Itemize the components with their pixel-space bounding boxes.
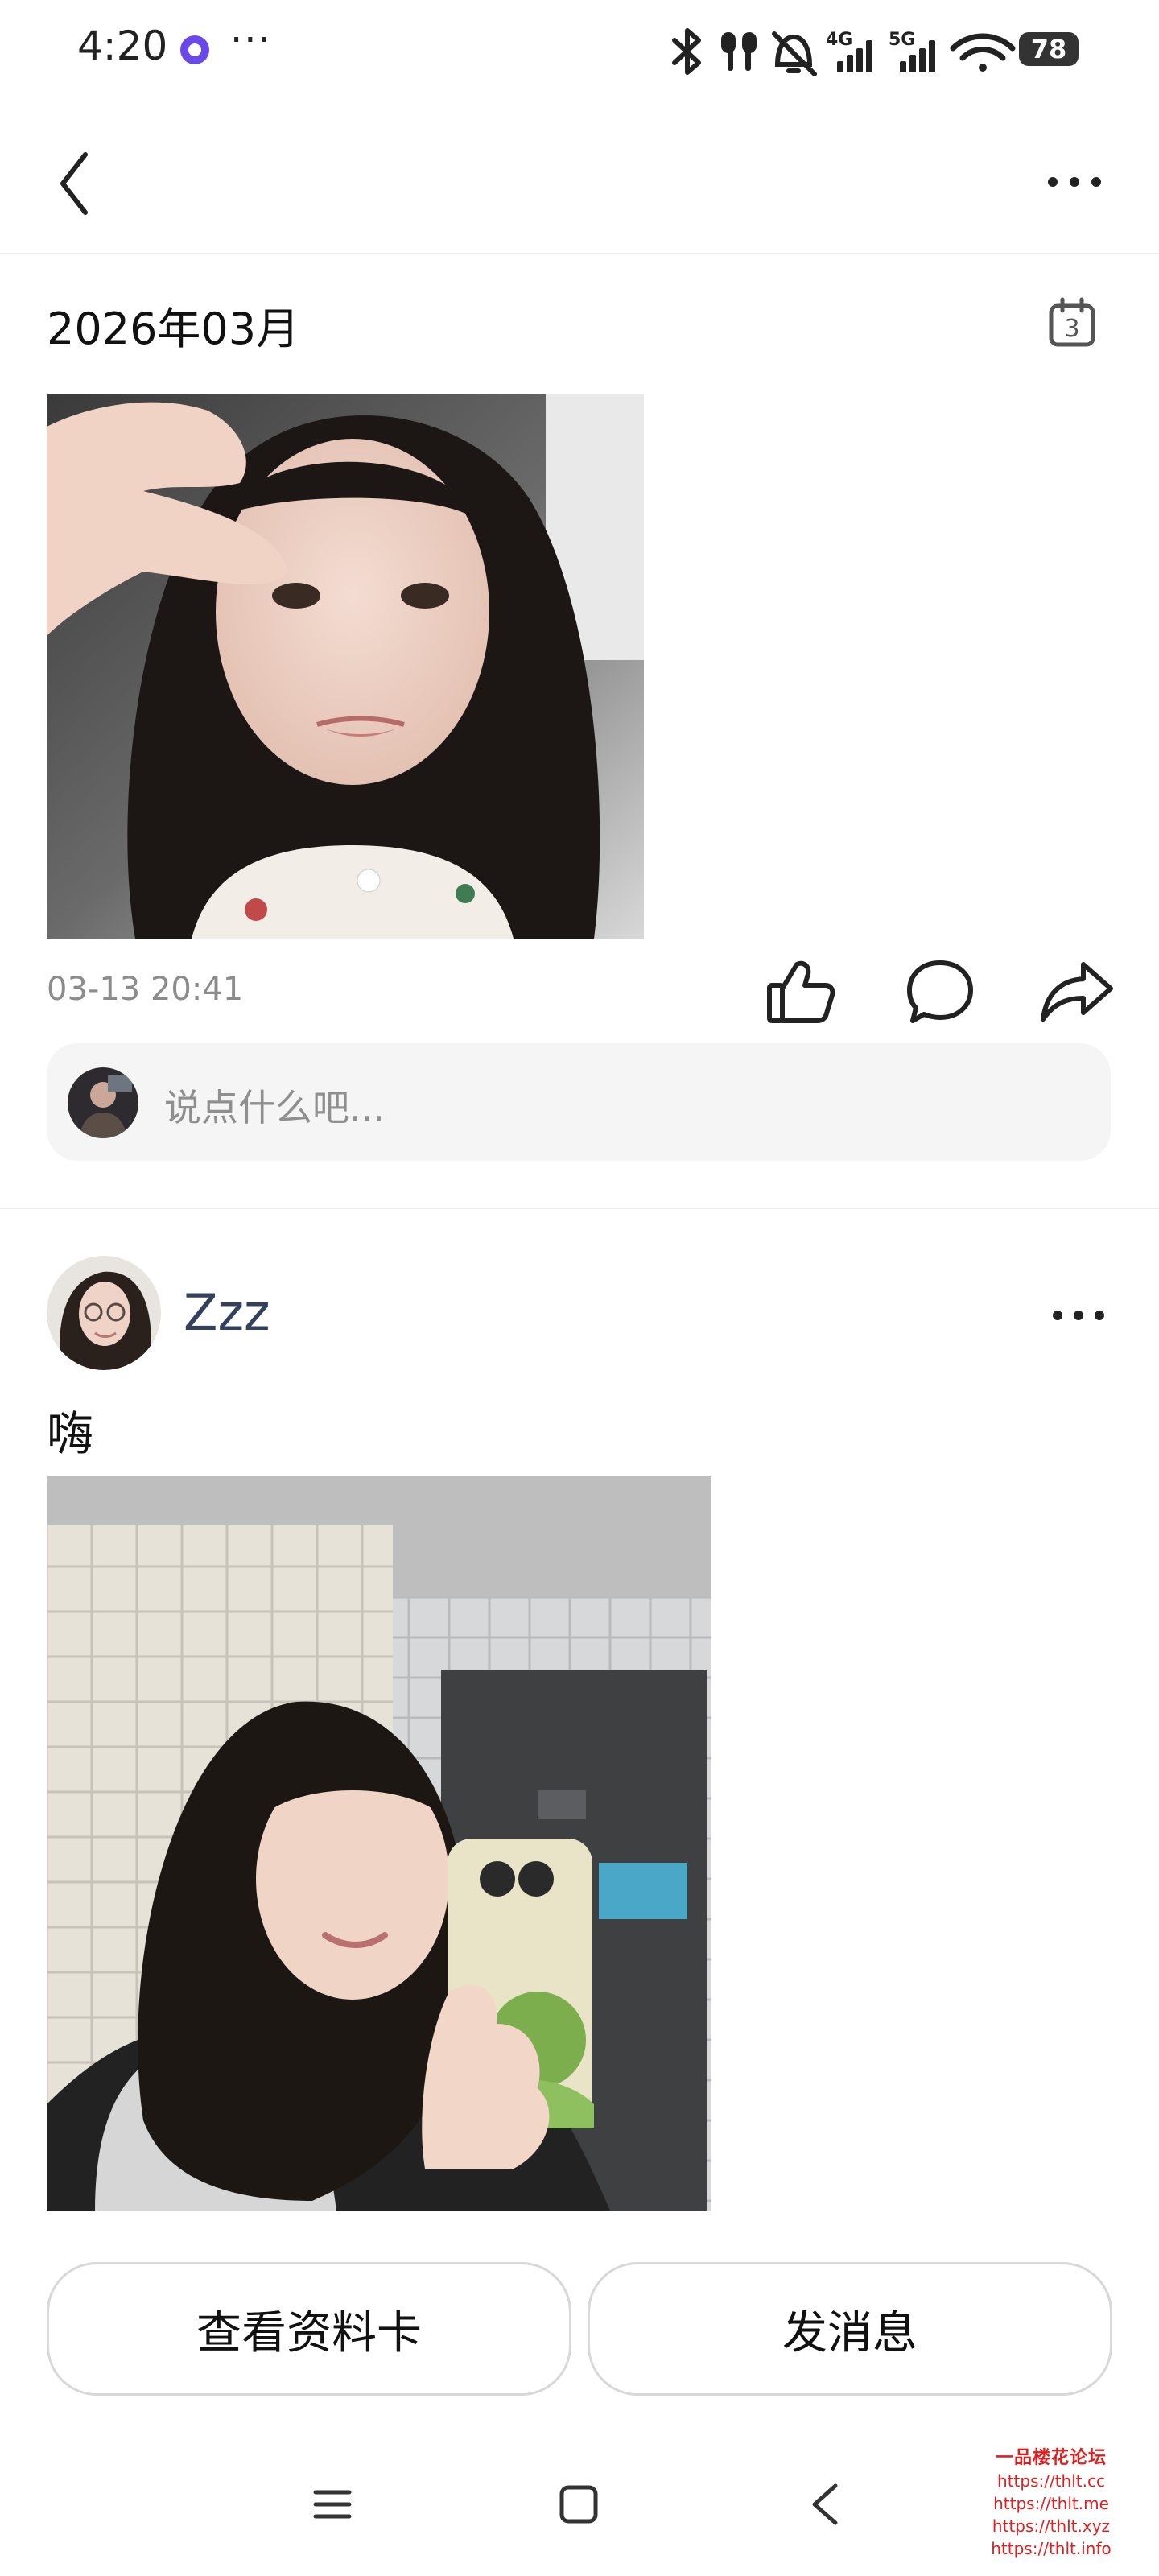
calendar-day: 3 <box>1064 315 1079 343</box>
username[interactable]: Zzz <box>184 1283 270 1342</box>
comment-button[interactable] <box>903 955 977 1027</box>
nav-back-button[interactable] <box>806 2481 845 2528</box>
watermark: 一品楼花论坛 https://thlt.cc https://thlt.me h… <box>971 2447 1132 2560</box>
bluetooth-icon <box>672 28 701 75</box>
more-options-button[interactable] <box>1038 153 1111 209</box>
comment-bubble-icon <box>907 960 973 1023</box>
nav-back-icon <box>812 2483 838 2525</box>
signal-5g-icon: 5G <box>889 30 935 72</box>
earbuds-icon <box>721 32 757 71</box>
more-horizontal-icon <box>1053 1311 1104 1320</box>
send-message-button[interactable]: 发消息 <box>588 2262 1112 2396</box>
calendar-icon[interactable]: 3 <box>1046 295 1098 351</box>
nav-menu-button[interactable] <box>312 2484 353 2524</box>
header-divider <box>0 253 1159 254</box>
more-horizontal-icon <box>1048 177 1101 187</box>
watermark-link: https://thlt.info <box>991 2539 1112 2558</box>
wifi-icon <box>950 33 1016 72</box>
status-more-indicator: ··· <box>230 18 272 63</box>
post-more-button[interactable] <box>1046 1293 1111 1338</box>
post-text: 嗨 <box>47 1406 94 1461</box>
view-profile-card-button[interactable]: 查看资料卡 <box>47 2262 571 2396</box>
chevron-left-icon <box>60 152 88 215</box>
network-label-5g: 5G <box>889 30 915 50</box>
share-arrow-icon <box>1041 962 1113 1022</box>
watermark-link: https://thlt.xyz <box>992 2516 1111 2536</box>
signal-4g-icon: 4G <box>826 30 872 72</box>
watermark-link: https://thlt.me <box>993 2494 1109 2513</box>
post-photo-mirror-selfie[interactable] <box>47 1476 711 2211</box>
thumbs-up-icon <box>767 960 835 1023</box>
month-title: 2026年03月 <box>47 303 300 354</box>
home-square-icon <box>559 2485 598 2524</box>
silent-icon <box>772 31 817 76</box>
network-label-4g: 4G <box>826 30 852 50</box>
watermark-link: https://thlt.cc <box>997 2471 1105 2491</box>
battery-indicator: 78 <box>1019 32 1079 66</box>
post-timestamp: 03-13 20:41 <box>47 971 244 1008</box>
back-button[interactable] <box>48 142 113 222</box>
menu-icon <box>313 2490 352 2519</box>
nav-home-button[interactable] <box>559 2484 599 2524</box>
app-notification-icon <box>180 35 209 64</box>
share-button[interactable] <box>1038 955 1116 1027</box>
post-photo-selfie[interactable] <box>47 394 644 939</box>
user-avatar[interactable] <box>47 1256 161 1370</box>
post-divider <box>0 1208 1159 1209</box>
watermark-title: 一品楼花论坛 <box>995 2448 1107 2468</box>
comment-placeholder: 说点什么吧... <box>164 1086 385 1129</box>
current-user-avatar <box>68 1067 138 1138</box>
status-time: 4:20 <box>77 23 168 69</box>
like-button[interactable] <box>765 955 837 1027</box>
